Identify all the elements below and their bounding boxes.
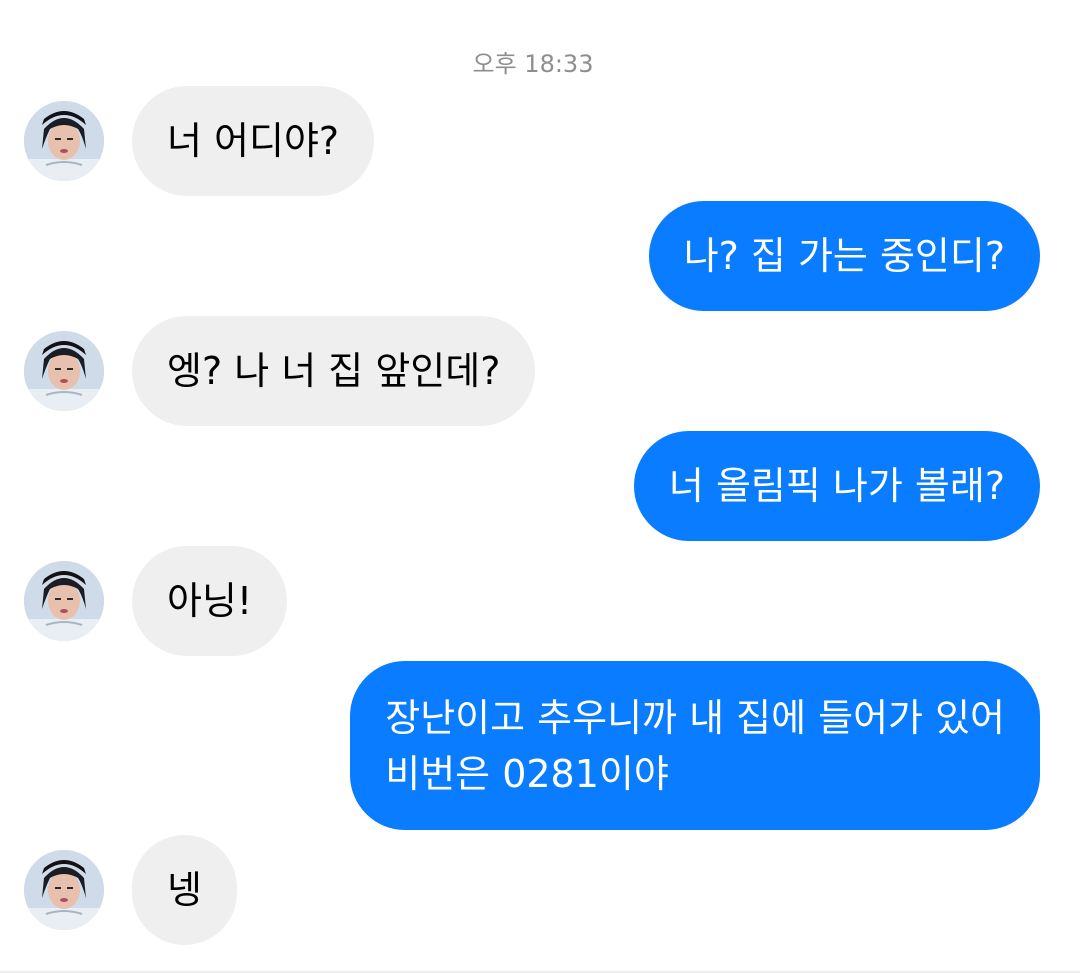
profile-photo-icon [24,331,104,411]
message-bubble-outgoing[interactable]: 너 올림픽 나가 볼래? [633,431,1040,541]
message-bubble-outgoing[interactable]: 장난이고 추우니까 내 집에 들어가 있어 비번은 0281이야 [350,661,1040,830]
contact-avatar[interactable] [24,331,104,411]
message-bubble-incoming[interactable]: 엥? 나 너 집 앞인데? [132,316,536,426]
profile-photo-icon [24,850,104,930]
message-row-incoming: 엥? 나 너 집 앞인데? [0,316,1080,426]
message-row-incoming: 아닝! [0,546,1080,656]
message-timestamp: 오후 18:33 [472,50,594,78]
profile-photo-icon [24,101,104,181]
message-row-outgoing: 장난이고 추우니까 내 집에 들어가 있어 비번은 0281이야 [0,661,1080,830]
contact-avatar[interactable] [24,101,104,181]
profile-photo-icon [24,561,104,641]
message-bubble-incoming[interactable]: 넹 [132,835,237,945]
contact-avatar[interactable] [24,561,104,641]
contact-avatar[interactable] [24,850,104,930]
message-row-incoming: 넹 [0,835,1080,945]
message-row-outgoing: 너 올림픽 나가 볼래? [0,431,1080,541]
message-row-incoming: 너 어디야? [0,86,1080,196]
chat-thread[interactable]: 오후 18:33 너 어디야? 나? 집 가는 중인디? 엥? 나 너 집 앞인… [0,0,1080,973]
message-bubble-incoming[interactable]: 너 어디야? [132,86,375,196]
message-bubble-incoming[interactable]: 아닝! [132,546,288,656]
message-row-outgoing: 나? 집 가는 중인디? [0,201,1080,311]
message-bubble-outgoing[interactable]: 나? 집 가는 중인디? [648,201,1040,311]
